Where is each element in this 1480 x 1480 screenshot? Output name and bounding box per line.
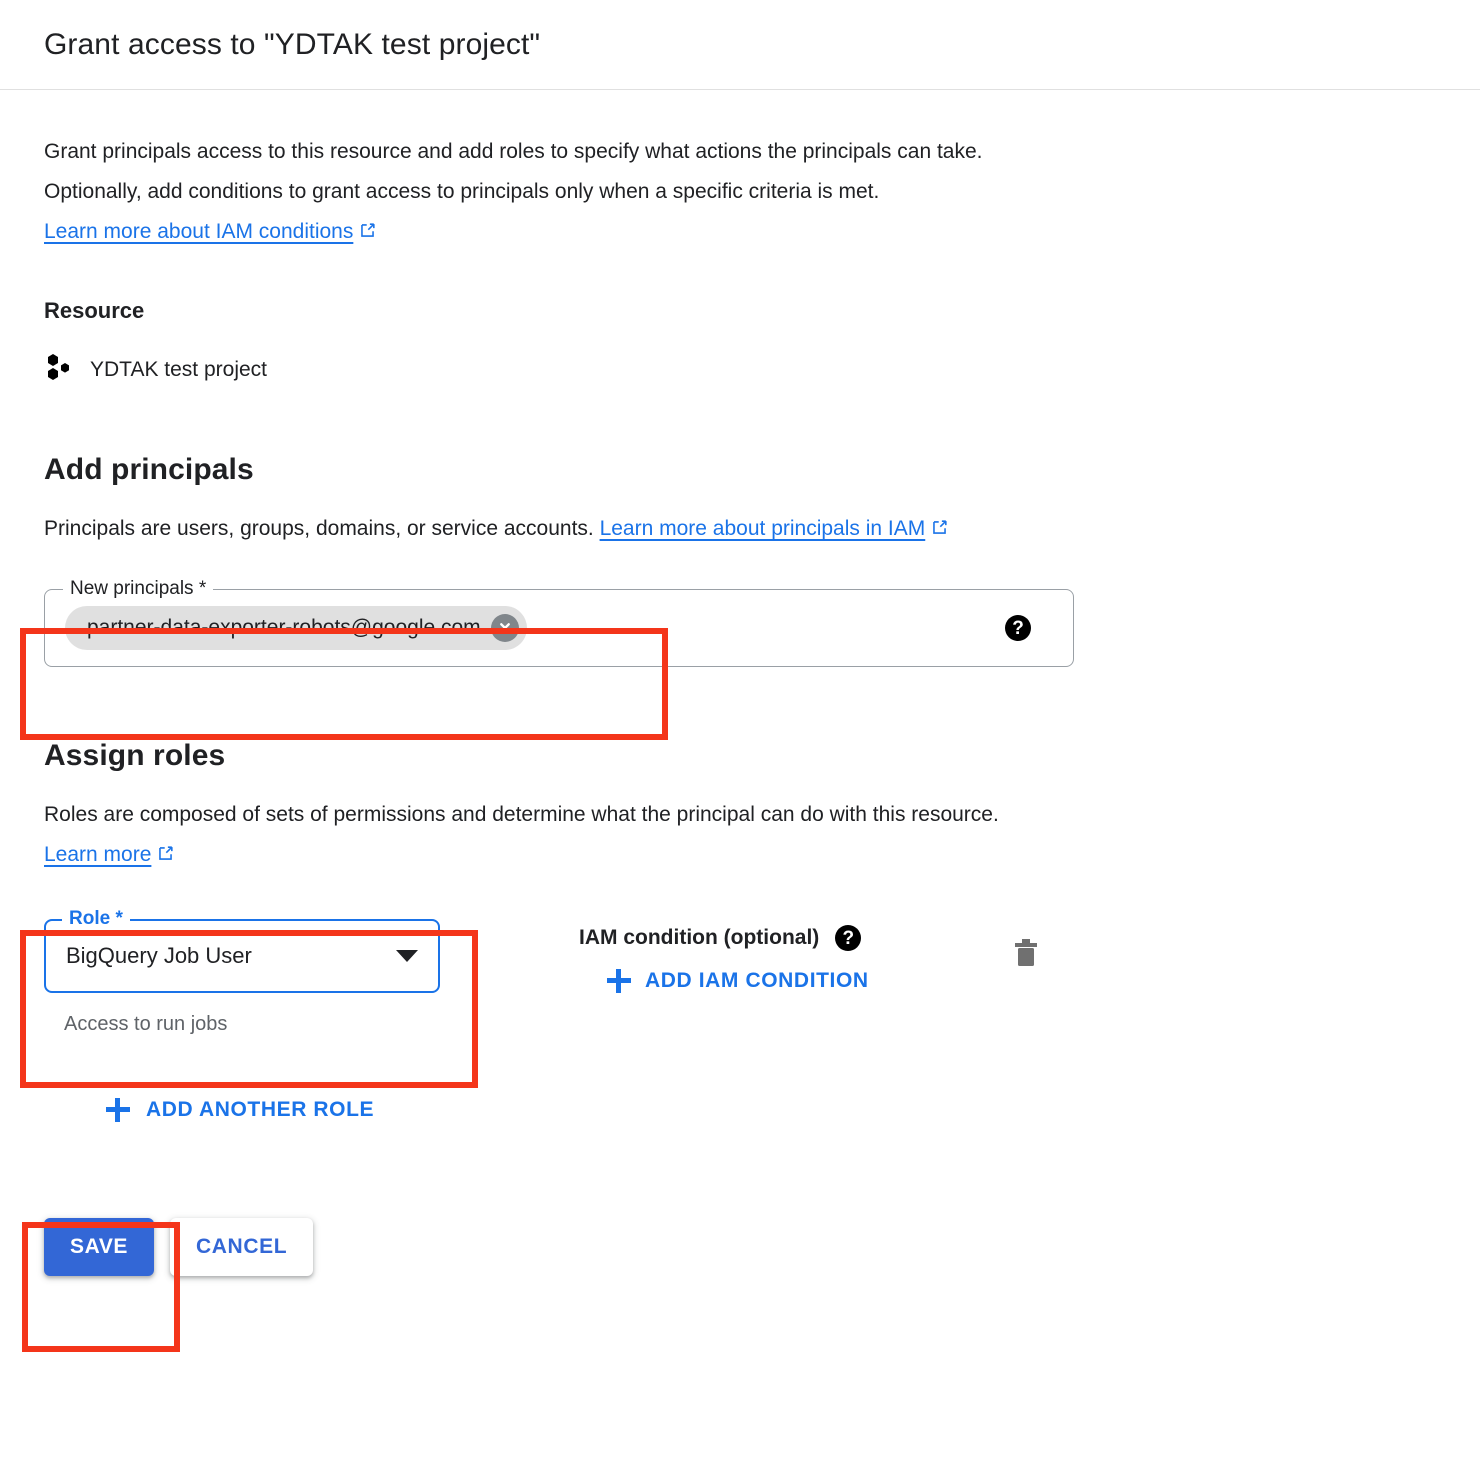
external-link-icon bbox=[358, 214, 377, 254]
intro-paragraph: Grant principals access to this resource… bbox=[44, 132, 1054, 254]
principal-chip[interactable]: partner-data-exporter-robots@google.com bbox=[65, 606, 527, 650]
new-principals-input[interactable]: New principals * partner-data-exporter-r… bbox=[44, 578, 1074, 667]
resource-heading: Resource bbox=[44, 298, 145, 323]
add-principals-section: Add principals Principals are users, gro… bbox=[44, 453, 1436, 667]
dialog-header: Grant access to "YDTAK test project" bbox=[0, 0, 1480, 90]
add-another-role-label: ADD ANOTHER ROLE bbox=[146, 1098, 375, 1121]
intro-text: Grant principals access to this resource… bbox=[44, 140, 983, 203]
iam-condition-column: IAM condition (optional) ? ADD IAM CONDI… bbox=[579, 919, 871, 998]
iam-condition-label-row: IAM condition (optional) ? bbox=[579, 925, 871, 951]
role-row: Role * BigQuery Job User Access to run j… bbox=[44, 908, 1436, 1036]
help-icon[interactable]: ? bbox=[835, 925, 862, 951]
learn-more-iam-conditions-link[interactable]: Learn more about IAM conditions bbox=[44, 220, 353, 243]
help-icon[interactable]: ? bbox=[1005, 615, 1031, 641]
add-iam-condition-label: ADD IAM CONDITION bbox=[645, 969, 869, 992]
resource-name: YDTAK test project bbox=[90, 357, 268, 381]
learn-more-roles-link[interactable]: Learn more bbox=[44, 843, 151, 866]
trash-icon[interactable] bbox=[1011, 939, 1041, 975]
plus-icon bbox=[607, 969, 631, 993]
assign-roles-section: Assign roles Roles are composed of sets … bbox=[44, 739, 1436, 1128]
add-iam-condition-button[interactable]: ADD IAM CONDITION bbox=[605, 965, 871, 997]
role-select-label: Role * bbox=[62, 908, 130, 930]
save-button[interactable]: SAVE bbox=[44, 1218, 155, 1276]
assign-roles-description: Roles are composed of sets of permission… bbox=[44, 795, 1044, 877]
delete-role-column bbox=[1011, 919, 1041, 976]
new-principals-help-wrapper: ? bbox=[1005, 615, 1031, 641]
chevron-down-icon[interactable] bbox=[396, 950, 418, 962]
cloud-project-icon bbox=[44, 352, 74, 387]
close-circle-icon[interactable] bbox=[490, 614, 519, 642]
learn-more-principals-link[interactable]: Learn more about principals in IAM bbox=[600, 517, 926, 540]
iam-condition-label: IAM condition (optional) bbox=[579, 926, 820, 949]
assign-roles-description-text: Roles are composed of sets of permission… bbox=[44, 803, 999, 826]
new-principals-label: New principals * bbox=[63, 578, 214, 600]
learn-more-iam-conditions-label: Learn more about IAM conditions bbox=[44, 220, 354, 243]
assign-roles-heading: Assign roles bbox=[44, 739, 226, 772]
page-title: Grant access to "YDTAK test project" bbox=[44, 27, 541, 61]
dialog-body: Grant principals access to this resource… bbox=[0, 90, 1480, 1128]
cancel-button[interactable]: CANCEL bbox=[170, 1218, 314, 1276]
plus-icon bbox=[106, 1098, 130, 1122]
dialog-actions: SAVE CANCEL bbox=[44, 1218, 1480, 1276]
new-principals-field-wrapper: New principals * partner-data-exporter-r… bbox=[44, 578, 1436, 667]
add-principals-description: Principals are users, groups, domains, o… bbox=[44, 509, 1074, 551]
role-select-value: BigQuery Job User bbox=[66, 943, 252, 968]
learn-more-roles-label: Learn more bbox=[44, 843, 152, 866]
learn-more-principals-label: Learn more about principals in IAM bbox=[599, 517, 926, 540]
resource-row: YDTAK test project bbox=[44, 352, 1436, 387]
role-column: Role * BigQuery Job User Access to run j… bbox=[44, 908, 464, 1036]
role-select[interactable]: Role * BigQuery Job User bbox=[44, 908, 440, 993]
external-link-icon bbox=[156, 837, 175, 877]
add-principals-description-text: Principals are users, groups, domains, o… bbox=[44, 517, 600, 540]
external-link-icon bbox=[930, 511, 949, 551]
role-select-wrapper: Role * BigQuery Job User bbox=[44, 908, 464, 993]
add-principals-heading: Add principals bbox=[44, 453, 254, 486]
principal-chip-label: partner-data-exporter-robots@google.com bbox=[87, 616, 481, 639]
add-another-role-button[interactable]: ADD ANOTHER ROLE bbox=[102, 1092, 378, 1128]
role-hint: Access to run jobs bbox=[64, 1013, 228, 1035]
